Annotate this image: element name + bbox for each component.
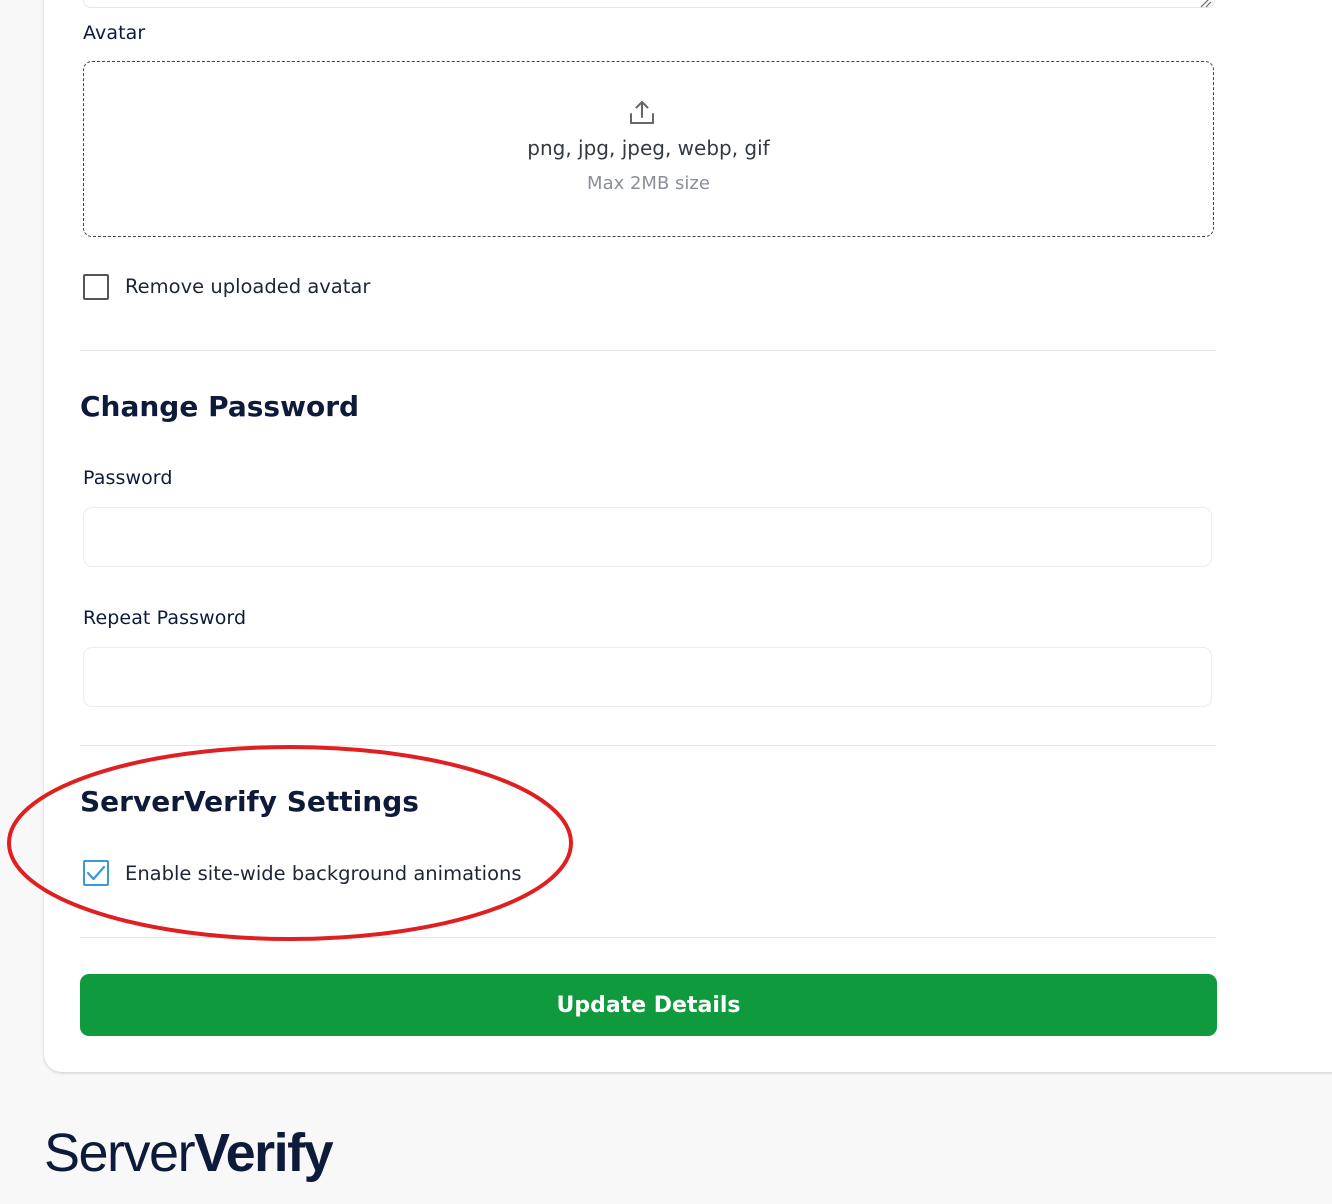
animations-label: Enable site-wide background animations: [125, 862, 522, 885]
dropzone-formats: png, jpg, jpeg, webp, gif: [527, 136, 770, 160]
section-divider: [80, 745, 1216, 746]
repeat-password-label: Repeat Password: [83, 607, 247, 629]
repeat-password-input[interactable]: [83, 647, 1212, 707]
avatar-label: Avatar: [83, 22, 146, 44]
section-divider: [80, 937, 1216, 938]
bio-textarea[interactable]: [83, 0, 1215, 8]
password-input[interactable]: [83, 507, 1212, 567]
remove-avatar-label: Remove uploaded avatar: [125, 275, 371, 298]
resize-grip-icon[interactable]: [1198, 0, 1212, 8]
serververify-logo: ServerVerify: [44, 1122, 334, 1184]
remove-avatar-checkbox[interactable]: [83, 274, 109, 300]
change-password-title: Change Password: [80, 390, 360, 423]
password-label: Password: [83, 467, 173, 489]
checkmark-icon: [86, 865, 106, 881]
animations-checkbox[interactable]: [83, 860, 109, 886]
logo-text-light: Server: [44, 1123, 196, 1183]
upload-icon: [630, 101, 654, 124]
logo-text-bold: Verify: [194, 1123, 334, 1183]
dropzone-size-note: Max 2MB size: [587, 173, 710, 194]
section-divider: [80, 350, 1216, 351]
serververify-settings-title: ServerVerify Settings: [80, 785, 419, 818]
update-details-button[interactable]: Update Details: [80, 974, 1217, 1036]
